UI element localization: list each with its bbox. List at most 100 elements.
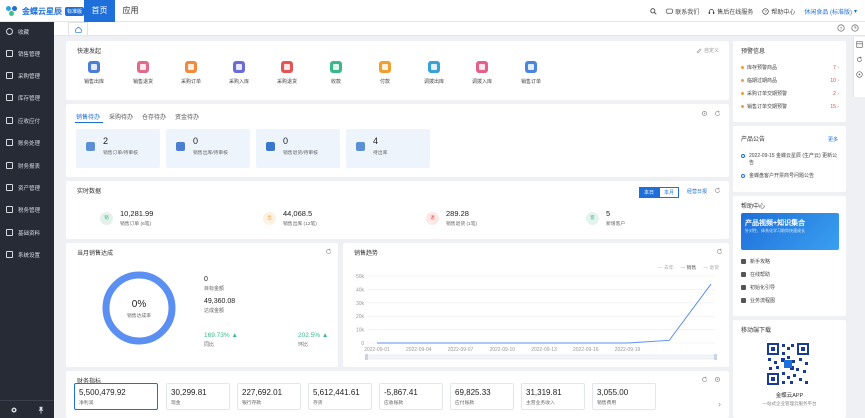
pin-icon[interactable] — [37, 406, 45, 414]
quick-item[interactable]: 付款 — [365, 61, 405, 85]
help-circle-icon[interactable]: ? — [837, 24, 845, 32]
period-today-button[interactable]: 本日 — [638, 187, 659, 198]
warning-item[interactable]: 销售订单交期预警 15 › — [741, 103, 839, 110]
app-slogan: 一站式企业管理云服务平台 — [762, 401, 817, 406]
tab-purchase-pending[interactable]: 采购待办 — [109, 112, 133, 121]
y-tick-label: 50k — [356, 274, 365, 280]
finance-card[interactable]: 30,299.81 现金 — [166, 383, 230, 410]
refresh-icon[interactable] — [714, 187, 721, 194]
gear-icon[interactable] — [701, 110, 708, 117]
help-item[interactable]: 初始化引导 — [741, 284, 775, 291]
top-bar: 金蝶云星辰 标准版 首页 应用 联系我们 售后在线服务 ? 帮助中心 休闲食品 … — [0, 0, 865, 22]
sidebar-item-accounting[interactable]: 账务处理 — [0, 131, 54, 154]
realtime-metric[interactable]: 出 44,068.5 销售出库 (12笔) — [263, 209, 317, 227]
pending-card[interactable]: 2 销售订单/待审核 — [76, 129, 160, 168]
help-item[interactable]: 在线帮助 — [741, 271, 770, 278]
quick-item[interactable]: 采购订单 — [171, 61, 211, 85]
refresh-icon[interactable] — [856, 56, 863, 63]
help-item[interactable]: 新手攻略 — [741, 258, 770, 265]
finance-label: 现金 — [171, 401, 181, 406]
tab-fund-pending[interactable]: 资金待办 — [175, 112, 199, 121]
finance-card[interactable]: 5,612,441.61 存货 — [308, 383, 372, 410]
quick-item[interactable]: 销售出库 — [74, 61, 114, 85]
pending-card[interactable]: 4 待出库 — [346, 129, 430, 168]
metric-label: 销售出库 (12笔) — [283, 222, 317, 227]
warning-item[interactable]: 库存预警商品 7 › — [741, 64, 839, 71]
quick-item[interactable]: 调拨入库 — [462, 61, 502, 85]
sidebar-item-label: 基础资料 — [18, 230, 41, 237]
sidebar-item-purchase[interactable]: 采购管理 — [0, 64, 54, 87]
sidebar-item-report[interactable]: 财务报表 — [0, 154, 54, 177]
warning-dot-icon — [741, 92, 744, 95]
quick-item[interactable]: 调拨出库 — [414, 61, 454, 85]
quick-item-icon — [379, 61, 391, 73]
right-toolbar — [853, 37, 865, 97]
chevron-right-icon[interactable]: › — [718, 399, 721, 409]
bullet-icon — [741, 174, 745, 178]
clock-icon[interactable] — [851, 24, 859, 32]
quick-item-label: 销售出库 — [83, 79, 104, 85]
tab-stock-pending[interactable]: 仓存待办 — [142, 112, 166, 121]
help-banner[interactable]: 产品视频+知识集合 针对性、体系化学习助你快速成长 — [741, 213, 839, 250]
finance-card[interactable]: 69,825.33 应付账款 — [450, 383, 514, 410]
finance-card[interactable]: -5,867.41 应收账款 — [379, 383, 443, 410]
announcement-item[interactable]: 2022-09-15 金蝶云星辰 (生产云) 更新公告 — [741, 153, 839, 167]
refresh-icon[interactable] — [325, 248, 332, 255]
refresh-icon[interactable] — [714, 110, 721, 117]
zoom-handle-right[interactable] — [714, 354, 717, 360]
quick-item[interactable]: 采购退货 — [267, 61, 307, 85]
help-center-link[interactable]: ? 帮助中心 — [762, 7, 795, 16]
sidebar-item-inventory[interactable]: 库存管理 — [0, 86, 54, 109]
target-amount-label: 目标金额 — [204, 286, 225, 292]
customize-button[interactable]: 自定义 — [696, 47, 719, 54]
quick-item-label: 收款 — [330, 79, 341, 85]
daily-report-link[interactable]: 经营日报 — [687, 188, 707, 195]
gear-icon[interactable] — [714, 376, 721, 383]
pending-tasks-panel: 销售待办 采购待办 仓存待办 资金待办 2 销售订单/待审核 0 销售出库/待审核 0 销… — [66, 104, 729, 177]
sidebar-item-settings[interactable]: 系统设置 — [0, 243, 54, 266]
tab-sales-pending[interactable]: 销售待办 — [76, 112, 100, 121]
realtime-metric[interactable]: 退 289.28 销售退货 (1笔) — [426, 209, 477, 227]
sidebar-item-receivable[interactable]: 应收应付 — [0, 109, 54, 132]
finance-card[interactable]: 5,500,479.92 净利润 — [74, 383, 158, 410]
pending-card[interactable]: 0 销售出库/待审核 — [166, 129, 250, 168]
announcement-text: 2022-09-15 金蝶云星辰 (生产云) 更新公告 — [749, 153, 838, 166]
announcement-item[interactable]: 金蝶盘客户开票商号问题公告 — [741, 173, 839, 180]
realtime-metric[interactable]: 销 10,281.99 销售订单 (6笔) — [100, 209, 153, 227]
nav-home-tab[interactable]: 首页 — [84, 0, 115, 22]
finance-card[interactable]: 3,055.00 销售费用 — [592, 383, 656, 410]
contact-us-link[interactable]: 联系我们 — [666, 7, 699, 16]
announcement-more-link[interactable]: 更多 — [828, 136, 838, 143]
quick-item[interactable]: 采购入库 — [219, 61, 259, 85]
sidebar-item-asset[interactable]: 资产管理 — [0, 176, 54, 199]
zoom-handle-left[interactable] — [365, 354, 368, 360]
feedback-icon[interactable] — [856, 71, 863, 78]
warning-item[interactable]: 临期过期商品 10 › — [741, 77, 839, 84]
quick-item[interactable]: 收款 — [316, 61, 356, 85]
sidebar-item-sales[interactable]: 销售管理 — [0, 42, 54, 65]
finance-card[interactable]: 31,319.81 主营业务收入 — [521, 383, 585, 410]
finance-card[interactable]: 227,692.01 银行存款 — [237, 383, 301, 410]
quick-item[interactable]: 销售退货 — [123, 61, 163, 85]
period-month-button[interactable]: 本月 — [658, 187, 679, 198]
refresh-icon[interactable] — [701, 376, 708, 383]
quick-item[interactable]: 销售订单 — [511, 61, 551, 85]
sidebar-item-basic-data[interactable]: 基础资料 — [0, 221, 54, 244]
sidebar-item-tax[interactable]: 税务管理 — [0, 198, 54, 221]
nav-apps-tab[interactable]: 应用 — [115, 0, 146, 22]
gear-icon[interactable] — [10, 406, 18, 414]
service-link[interactable]: 售后在线服务 — [708, 7, 753, 16]
warning-item[interactable]: 采购订单交期预警 2 › — [741, 90, 839, 97]
brand-logo[interactable]: 金蝶云星辰 标准版 — [6, 4, 85, 18]
realtime-metric[interactable]: 客 5 新增客户 — [586, 209, 625, 227]
user-menu[interactable]: 休闲食品 (标准版) ▾ — [804, 7, 857, 16]
home-tab[interactable] — [68, 22, 88, 36]
report-icon — [6, 162, 13, 169]
quick-item-icon — [428, 61, 440, 73]
zoom-slider-track[interactable] — [366, 354, 716, 360]
layout-icon[interactable] — [856, 41, 863, 48]
help-item[interactable]: 业务流程图 — [741, 297, 775, 304]
sidebar-item-star[interactable]: 收藏 — [0, 20, 54, 43]
search-button[interactable] — [650, 7, 657, 15]
pending-card[interactable]: 0 销售退货/待审核 — [256, 129, 340, 168]
